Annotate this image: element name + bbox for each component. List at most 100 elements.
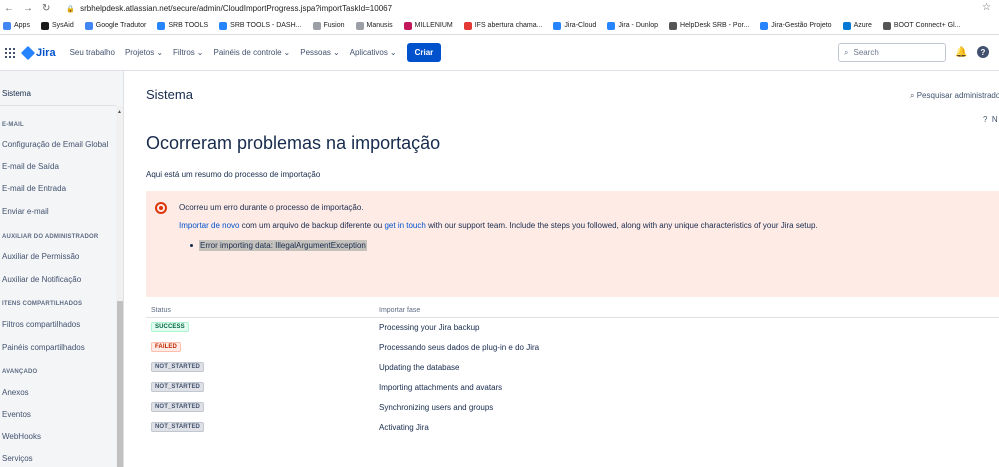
status-badge: NOT_STARTED [151, 382, 204, 392]
sidebar-scroll-thumb[interactable] [117, 301, 123, 467]
bookmark-item[interactable]: Google Tradutor [84, 21, 147, 30]
status-badge: FAILED [151, 342, 181, 352]
bookmark-favicon-icon [84, 21, 93, 30]
bookmark-label: Jira-Cloud [564, 22, 597, 29]
bookmark-item[interactable]: Fusion [312, 21, 345, 30]
bookmark-favicon-icon [882, 21, 891, 30]
table-row: FAILED Processando seus dados de plug-in… [146, 338, 999, 358]
table-row: NOT_STARTED Synchronizing users and grou… [146, 398, 999, 418]
bookmark-item[interactable]: SRB TOOLS [157, 21, 208, 30]
bookmark-label: HelpDesk SRB - Por... [680, 22, 750, 29]
error-title: Ocorreu um erro durante o processo de im… [179, 203, 364, 212]
nav-projects[interactable]: Projetos ⌄ [125, 48, 163, 57]
create-button[interactable]: Criar [406, 43, 442, 62]
reload-icon[interactable]: ↻ [42, 3, 50, 14]
bookmark-label: Google Tradutor [95, 22, 147, 29]
chevron-down-icon: ⌄ [283, 48, 291, 57]
browser-nav: ← → ↻ [0, 3, 50, 14]
sidebar-item-webhooks[interactable]: WebHooks [2, 432, 41, 441]
jira-logo[interactable]: Jira [20, 45, 56, 60]
sidebar-item-outgoing-mail[interactable]: E-mail de Saída [2, 162, 59, 171]
nav-dashboards[interactable]: Painéis de controle ⌄ [214, 48, 291, 57]
sidebar-item-send-email[interactable]: Enviar e-mail [2, 207, 49, 216]
import-phase: Updating the database [379, 363, 460, 372]
bookmark-item[interactable]: Apps [3, 21, 30, 30]
bookmark-favicon-icon [3, 21, 11, 30]
url-text: srbhelpdesk.atlassian.net/secure/admin/C… [80, 4, 393, 13]
bookmark-item[interactable]: Jira - Dunlop [607, 21, 658, 30]
bookmark-label: BOOT Connect+ Gl... [893, 22, 961, 29]
lock-icon: 🔒 [66, 5, 76, 13]
bookmark-favicon-icon [669, 21, 678, 30]
sidebar-item-incoming-mail[interactable]: E-mail de Entrada [2, 184, 66, 193]
nav-filters[interactable]: Filtros ⌄ [173, 48, 203, 57]
bookmark-label: Manusis [366, 22, 393, 29]
sidebar-title: Sistema [2, 89, 31, 98]
chevron-down-icon: ⌄ [389, 48, 397, 57]
sidebar-item-services[interactable]: Serviços [2, 454, 33, 463]
table-row: SUCCESS Processing your Jira backup [146, 318, 999, 338]
help-icon[interactable]: ? [977, 46, 989, 58]
sidebar-divider [0, 105, 116, 106]
nav-apps[interactable]: Aplicativos ⌄ [350, 48, 397, 57]
notification-bell-icon[interactable]: 🔔 [955, 47, 967, 58]
import-phase: Processing your Jira backup [379, 323, 480, 332]
column-status: Status [151, 307, 171, 314]
bookmark-label: IFS abertura chama... [474, 22, 543, 29]
search-icon: ⌕ [844, 47, 849, 57]
bookmark-star-icon[interactable]: ☆ [982, 2, 991, 13]
forward-arrow-icon[interactable]: → [23, 3, 33, 14]
sidebar-item-permission-helper[interactable]: Auxiliar de Permissão [2, 252, 79, 261]
bookmark-favicon-icon [219, 21, 228, 30]
bookmark-label: Azure [853, 22, 872, 29]
bookmark-item[interactable]: IFS abertura chama... [463, 21, 543, 30]
search-placeholder: Search [853, 48, 879, 57]
sidebar-item-notification-helper[interactable]: Auxiliar de Notificação [2, 275, 81, 284]
bookmark-favicon-icon [760, 21, 769, 30]
bookmark-favicon-icon [312, 21, 321, 30]
table-row: NOT_STARTED Activating Jira [146, 418, 999, 438]
bookmark-favicon-icon [157, 21, 166, 30]
section-title: Sistema [146, 87, 193, 102]
bookmark-label: SRB TOOLS - DASH... [230, 22, 302, 29]
app-switcher-icon[interactable] [5, 47, 15, 58]
help-link[interactable]: ? N [983, 115, 998, 124]
sidebar-item-events[interactable]: Eventos [2, 410, 31, 419]
sidebar-heading-admin-helper: AUXILIAR DO ADMINISTRADOR [2, 234, 99, 240]
bookmark-item[interactable]: Azure [842, 21, 872, 30]
bookmark-item[interactable]: MILLENIUM [403, 21, 453, 30]
sidebar-item-shared-filters[interactable]: Filtros compartilhados [2, 320, 80, 329]
nav-people[interactable]: Pessoas ⌄ [300, 48, 339, 57]
get-in-touch-link[interactable]: get in touch [384, 221, 425, 230]
bookmark-item[interactable]: BOOT Connect+ Gl... [882, 21, 961, 30]
url-field[interactable]: 🔒 srbhelpdesk.atlassian.net/secure/admin… [66, 4, 392, 13]
nav-your-work[interactable]: Seu trabalho [70, 48, 115, 57]
back-arrow-icon[interactable]: ← [4, 3, 14, 14]
bookmark-label: Jira-Gestão Projeto [771, 22, 832, 29]
table-header: Status Importar fase [146, 304, 999, 318]
browser-address-bar: ← → ↻ 🔒 srbhelpdesk.atlassian.net/secure… [0, 0, 999, 17]
column-import-phase: Importar fase [379, 307, 421, 314]
sidebar-item-global-email-config[interactable]: Configuração de Email Global [2, 140, 108, 149]
help-question-icon: ? [983, 115, 988, 124]
bookmark-item[interactable]: Jira-Cloud [553, 21, 597, 30]
search-input[interactable]: ⌕ Search [838, 43, 946, 62]
scroll-up-arrow-icon[interactable]: ▲ [117, 109, 122, 115]
error-detail-text: Error importing data: IllegalArgumentExc… [199, 240, 367, 251]
admin-search-link[interactable]: ⌕ Pesquisar administrado [910, 91, 999, 101]
bookmark-item[interactable]: HelpDesk SRB - Por... [669, 21, 750, 30]
bookmark-label: MILLENIUM [414, 22, 453, 29]
bookmark-item[interactable]: SysAid [40, 21, 74, 30]
status-badge: NOT_STARTED [151, 402, 204, 412]
sidebar-heading-shared-items: ITENS COMPARTILHADOS [2, 301, 83, 307]
bookmark-item[interactable]: Jira-Gestão Projeto [760, 21, 832, 30]
sidebar-item-attachments[interactable]: Anexos [2, 388, 29, 397]
bookmark-item[interactable]: SRB TOOLS - DASH... [219, 21, 302, 30]
bookmark-label: SysAid [51, 22, 74, 29]
status-badge: NOT_STARTED [151, 362, 204, 372]
admin-sidebar: Sistema E-MAIL Configuração de Email Glo… [0, 71, 124, 467]
sidebar-item-shared-dashboards[interactable]: Painéis compartilhados [2, 343, 85, 352]
page-title: Ocorreram problemas na importação [146, 133, 441, 153]
bookmark-item[interactable]: Manusis [355, 21, 393, 30]
import-again-link[interactable]: Importar de novo [179, 221, 239, 230]
